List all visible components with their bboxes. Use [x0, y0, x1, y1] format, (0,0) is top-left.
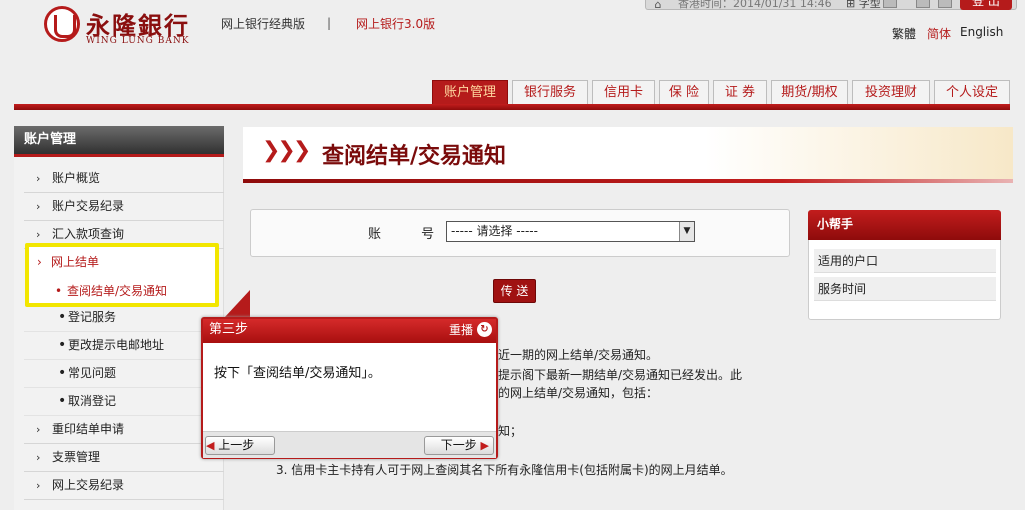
lang-traditional[interactable]: 繁體: [892, 25, 916, 42]
chevron-right-icon: ›: [36, 451, 41, 464]
lang-english[interactable]: English: [960, 25, 1003, 39]
sidebar-item-label: 取消登记: [68, 394, 117, 408]
chevron-right-icon: ›: [36, 172, 41, 185]
arrow-left-icon: ◀: [206, 439, 215, 452]
sidebar-item-label: 支票管理: [52, 450, 101, 464]
print-icon[interactable]: [916, 0, 930, 8]
tab-credit-card[interactable]: 信用卡: [592, 80, 655, 106]
sidebar-item-faq[interactable]: • 常见问题: [24, 360, 224, 388]
helper-item-service-hours[interactable]: 服务时间: [814, 277, 996, 301]
sidebar-item-online-transaction-log[interactable]: › 网上交易纪录: [24, 472, 224, 500]
sidebar-item-label: 重印结单申请: [52, 422, 125, 436]
body-line: 近一期的网上结单/交易通知。: [498, 348, 659, 362]
sidebar-item-reprint-statement[interactable]: › 重印结单申请: [24, 416, 224, 444]
sidebar-item-label: 网上交易纪录: [52, 478, 125, 492]
next-step-button[interactable]: 下一步 ▶: [424, 436, 494, 455]
sidebar-item-register-service[interactable]: • 登记服务: [24, 304, 224, 332]
tutorial-instruction: 按下「查阅结单/交易通知」。: [214, 366, 381, 381]
chevron-right-icon: ›: [36, 423, 41, 436]
helper-title: 小帮手: [808, 210, 1001, 240]
prev-step-label: 上一步: [218, 438, 255, 452]
sidebar-item-view-statement[interactable]: • 查阅结单/交易通知: [29, 278, 215, 304]
chevron-down-icon[interactable]: ▼: [679, 222, 694, 241]
tab-securities[interactable]: 证 券: [713, 80, 767, 106]
sidebar-item-change-email[interactable]: • 更改提示电邮地址: [24, 332, 224, 360]
sidebar-item-label: 更改提示电邮地址: [68, 338, 165, 352]
mail-icon[interactable]: [938, 0, 952, 8]
sidebar-title: 账户管理: [14, 126, 224, 156]
account-select[interactable]: ----- 请选择 ----- ▼: [446, 221, 695, 242]
classic-version-link[interactable]: 网上银行经典版: [221, 15, 305, 32]
next-step-label: 下一步: [440, 438, 477, 452]
home-icon[interactable]: ⌂: [649, 0, 667, 10]
bullet-icon: •: [55, 284, 63, 298]
sidebar-item-label: 汇入款项查询: [52, 227, 125, 241]
sidebar-item-label: 账户交易纪录: [52, 199, 125, 213]
bullet-icon: •: [58, 393, 67, 409]
hk-time: 香港时间：2014/01/31 14:46: [678, 0, 832, 10]
tab-account-management[interactable]: 账户管理: [432, 80, 508, 106]
sidebar-item-label: 常见问题: [68, 366, 117, 380]
font-minus-icon[interactable]: [883, 0, 897, 8]
body-line: 3. 信用卡主卡持有人可于网上查阅其名下所有永隆信用卡(包括附属卡)的网上月结单…: [276, 463, 733, 477]
tab-investment[interactable]: 投资理财: [852, 80, 930, 106]
body-line: 的网上结单/交易通知，包括：: [498, 386, 659, 400]
tutorial-pointer: [224, 290, 250, 318]
new-version-link[interactable]: 网上银行3.0版: [356, 15, 435, 32]
triple-arrow-icon: ❯❯❯: [262, 138, 311, 163]
replay-button[interactable]: 重播: [449, 321, 473, 339]
sidebar-item-cancel-registration[interactable]: • 取消登记: [24, 388, 224, 416]
sidebar-item-account-overview[interactable]: › 账户概览: [24, 165, 224, 193]
tab-personal-settings[interactable]: 个人设定: [934, 80, 1010, 106]
chevron-right-icon: ›: [36, 200, 41, 213]
bullet-icon: •: [58, 365, 67, 381]
bullet-icon: •: [58, 309, 67, 325]
bullet-icon: •: [58, 337, 67, 353]
arrow-right-icon: ▶: [480, 439, 489, 452]
sidebar-title-underline: [14, 154, 224, 157]
sidebar-item-label: 网上结单: [51, 255, 100, 269]
sidebar-item-label: 查阅结单/交易通知: [67, 284, 168, 298]
replay-icon[interactable]: ↻: [477, 322, 492, 337]
chevron-right-icon: ›: [36, 479, 41, 492]
tab-banking-services[interactable]: 银行服务: [512, 80, 588, 106]
account-select-value: ----- 请选择 -----: [451, 224, 538, 238]
logout-button[interactable]: 登 出: [960, 0, 1012, 10]
sidebar-item-label: 登记服务: [68, 310, 117, 324]
font-size-label: 字型: [858, 0, 881, 10]
sidebar-item-transaction-history[interactable]: › 账户交易纪录: [24, 193, 224, 221]
prev-step-button[interactable]: ◀ 上一步: [205, 436, 275, 455]
font-size-button[interactable]: ⊞ 字型: [846, 0, 881, 11]
version-separator: |: [327, 16, 332, 30]
helper-item-applicable-accounts[interactable]: 适用的户口: [814, 249, 996, 273]
bank-name-en: WING LUNG BANK: [86, 36, 190, 46]
lang-simplified[interactable]: 简体: [927, 25, 951, 42]
banner-underline: [243, 179, 1013, 183]
tab-futures-options[interactable]: 期货/期权: [771, 80, 848, 106]
sidebar-item-cheque-management[interactable]: › 支票管理: [24, 444, 224, 472]
nav-underline: [14, 104, 1010, 110]
send-button[interactable]: 传 送: [493, 279, 536, 303]
body-line: 提示阁下最新一期结单/交易通知已经发出。此: [498, 368, 743, 382]
body-line: 知；: [498, 424, 523, 438]
sidebar-item-online-statement[interactable]: › 网上结单: [29, 249, 215, 275]
tab-insurance[interactable]: 保 险: [659, 80, 709, 106]
sidebar-item-label: 账户概览: [52, 171, 101, 185]
page-title: 查阅结单/交易通知: [322, 144, 507, 169]
chevron-right-icon: ›: [37, 255, 42, 269]
bank-logo-icon: [44, 6, 80, 42]
